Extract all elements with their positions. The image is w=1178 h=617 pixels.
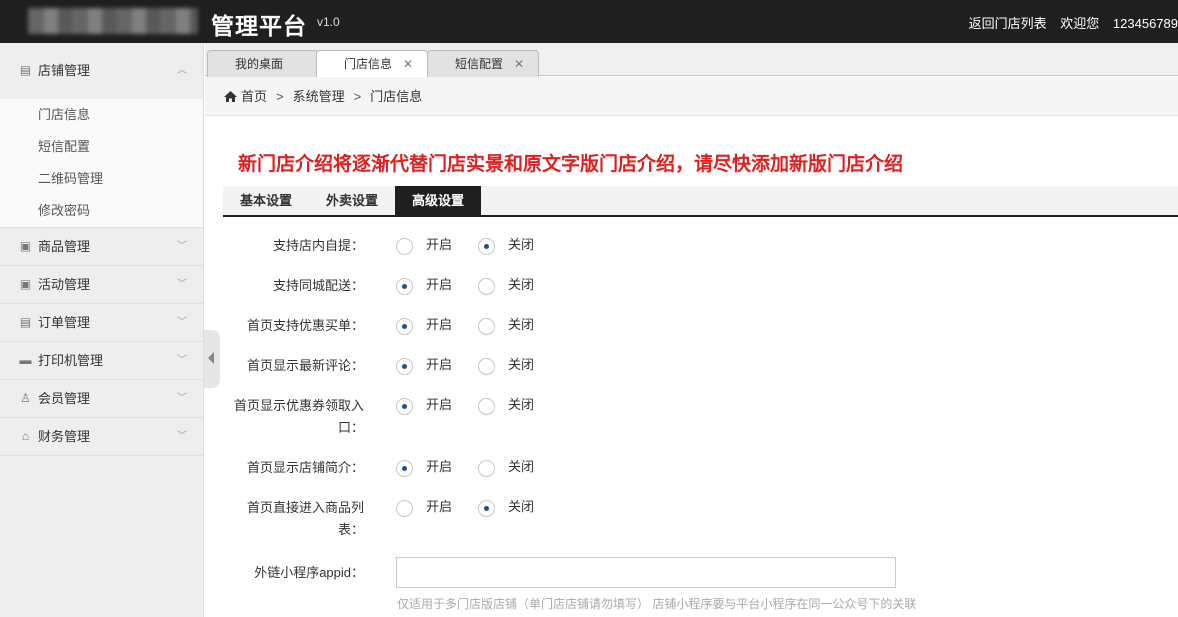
top-right-links: 返回门店列表 欢迎您 123456789: [959, 13, 1178, 32]
setting-label: 首页显示店铺简介：: [246, 460, 364, 475]
appid-label: 外链小程序appid：: [254, 565, 364, 580]
sidebar-group-finance: ⌂ 财务管理 ﹀: [0, 418, 203, 456]
chevron-down-icon: ﹀: [177, 393, 187, 404]
radio-checked-icon[interactable]: [396, 318, 413, 335]
sidebar-item-sms-config[interactable]: 短信配置: [0, 131, 203, 163]
radio-checked-icon[interactable]: [478, 238, 495, 255]
tab-sms-config[interactable]: 短信配置 ✕: [427, 50, 539, 77]
setting-label: 首页显示优惠券领取入 口：: [233, 398, 364, 435]
radio-unchecked-icon[interactable]: [478, 278, 495, 295]
radio-label: 关闭: [508, 357, 535, 372]
tab-advanced-settings[interactable]: 高级设置: [395, 186, 481, 215]
store-icon: ▤: [19, 63, 32, 77]
radio-checked-icon[interactable]: [396, 278, 413, 295]
breadcrumb-home[interactable]: 首页: [241, 89, 267, 104]
breadcrumb-system[interactable]: 系统管理: [293, 89, 345, 104]
tab-basic-settings[interactable]: 基本设置: [223, 186, 309, 215]
sidebar-item-qrcode[interactable]: 二维码管理: [0, 163, 203, 195]
tab-store-info[interactable]: 门店信息 ✕: [316, 50, 428, 77]
sidebar-item-printer-management[interactable]: ▬ 打印机管理 ﹀: [0, 342, 203, 379]
close-icon[interactable]: ✕: [514, 51, 524, 77]
setting-label: 首页显示最新评论：: [246, 358, 364, 373]
page-tabs: 我的桌面 门店信息 ✕ 短信配置 ✕: [205, 43, 1178, 77]
sidebar-item-store-management[interactable]: ▤ 店铺管理 ︿: [0, 43, 203, 99]
radio-label: 开启: [426, 499, 453, 514]
breadcrumb: 首页 > 系统管理 > 门店信息: [205, 77, 1178, 116]
setting-label: 支持店内自提：: [272, 238, 364, 253]
radio-label: 关闭: [508, 237, 535, 252]
radio-unchecked-icon[interactable]: [478, 460, 495, 477]
username[interactable]: 123456789: [1113, 16, 1178, 31]
sidebar-group-store: ▤ 店铺管理 ︿ 门店信息 短信配置 二维码管理 修改密码: [0, 43, 203, 228]
radio-label: 关闭: [508, 499, 535, 514]
sidebar-item-product-management[interactable]: ▣ 商品管理 ﹀: [0, 228, 203, 265]
sidebar-collapse-handle[interactable]: [204, 330, 220, 388]
radio-checked-icon[interactable]: [396, 358, 413, 375]
back-to-store-list-link[interactable]: 返回门店列表: [969, 16, 1047, 31]
radio-unchecked-icon[interactable]: [478, 318, 495, 335]
radio-label: 关闭: [508, 317, 535, 332]
radio-unchecked-icon[interactable]: [396, 500, 413, 517]
radio-label: 开启: [426, 397, 453, 412]
image-icon: ▣: [19, 239, 32, 253]
sidebar-group-products: ▣ 商品管理 ﹀: [0, 228, 203, 266]
sidebar-group-members: ♙ 会员管理 ﹀: [0, 380, 203, 418]
chevron-down-icon: ﹀: [177, 241, 187, 252]
radio-label: 关闭: [508, 459, 535, 474]
app-title: 管理平台: [211, 13, 307, 39]
chevron-down-icon: ﹀: [177, 355, 187, 366]
radio-label: 关闭: [508, 397, 535, 412]
radio-label: 开启: [426, 237, 453, 252]
sidebar-item-order-management[interactable]: ▤ 订单管理 ﹀: [0, 304, 203, 341]
setting-label: 首页支持优惠买单：: [246, 318, 364, 333]
blurred-logo: [28, 8, 198, 34]
radio-label: 开启: [426, 317, 453, 332]
chevron-down-icon: ﹀: [177, 431, 187, 442]
sidebar-group-printers: ▬ 打印机管理 ﹀: [0, 342, 203, 380]
image-icon: ▣: [19, 277, 32, 291]
sidebar-group-activities: ▣ 活动管理 ﹀: [0, 266, 203, 304]
radio-unchecked-icon[interactable]: [396, 238, 413, 255]
chevron-down-icon: ﹀: [177, 279, 187, 290]
top-bar: 管理平台 v1.0 返回门店列表 欢迎您 123456789: [0, 0, 1178, 43]
appid-input[interactable]: [396, 557, 896, 588]
sidebar: ▤ 店铺管理 ︿ 门店信息 短信配置 二维码管理 修改密码 ▣ 商品管理 ﹀ ▣…: [0, 43, 204, 617]
tab-delivery-settings[interactable]: 外卖设置: [309, 186, 395, 215]
user-icon: ♙: [20, 391, 31, 405]
close-icon[interactable]: ✕: [403, 51, 413, 77]
radio-label: 开启: [426, 357, 453, 372]
radio-checked-icon[interactable]: [478, 500, 495, 517]
radio-checked-icon[interactable]: [396, 460, 413, 477]
sidebar-group-orders: ▤ 订单管理 ﹀: [0, 304, 203, 342]
document-icon: ▤: [19, 315, 32, 329]
app-version: v1.0: [317, 15, 340, 29]
tab-my-desktop[interactable]: 我的桌面: [207, 50, 319, 77]
appid-hint: 仅适用于多门店版店铺（单门店店铺请勿填写） 店铺小程序要与平台小程序在同一公众号…: [397, 597, 917, 611]
radio-label: 关闭: [508, 277, 535, 292]
sidebar-item-activity-management[interactable]: ▣ 活动管理 ﹀: [0, 266, 203, 303]
sidebar-item-store-info[interactable]: 门店信息: [0, 99, 203, 131]
setting-label: 首页直接进入商品列 表：: [246, 500, 364, 537]
radio-unchecked-icon[interactable]: [478, 358, 495, 375]
chevron-down-icon: ﹀: [177, 317, 187, 328]
setting-label: 支持同城配送：: [272, 278, 364, 293]
chevron-up-icon: ︿: [177, 65, 187, 76]
radio-checked-icon[interactable]: [396, 398, 413, 415]
printer-icon: ▬: [19, 353, 32, 367]
bank-icon: ⌂: [21, 429, 30, 443]
sidebar-item-change-password[interactable]: 修改密码: [0, 195, 203, 227]
radio-label: 开启: [426, 459, 453, 474]
sidebar-item-finance-management[interactable]: ⌂ 财务管理 ﹀: [0, 418, 203, 455]
welcome-text: 欢迎您: [1060, 16, 1100, 31]
settings-tabs: 基本设置 外卖设置 高级设置: [223, 186, 1178, 217]
radio-label: 开启: [426, 277, 453, 292]
notice-text: 新门店介绍将逐渐代替门店实景和原文字版门店介绍，请尽快添加新版门店介绍: [238, 154, 904, 175]
sidebar-item-member-management[interactable]: ♙ 会员管理 ﹀: [0, 380, 203, 417]
store-submenu: 门店信息 短信配置 二维码管理 修改密码: [0, 99, 203, 227]
breadcrumb-current: 门店信息: [370, 89, 423, 104]
home-icon: [224, 91, 237, 102]
radio-unchecked-icon[interactable]: [478, 398, 495, 415]
